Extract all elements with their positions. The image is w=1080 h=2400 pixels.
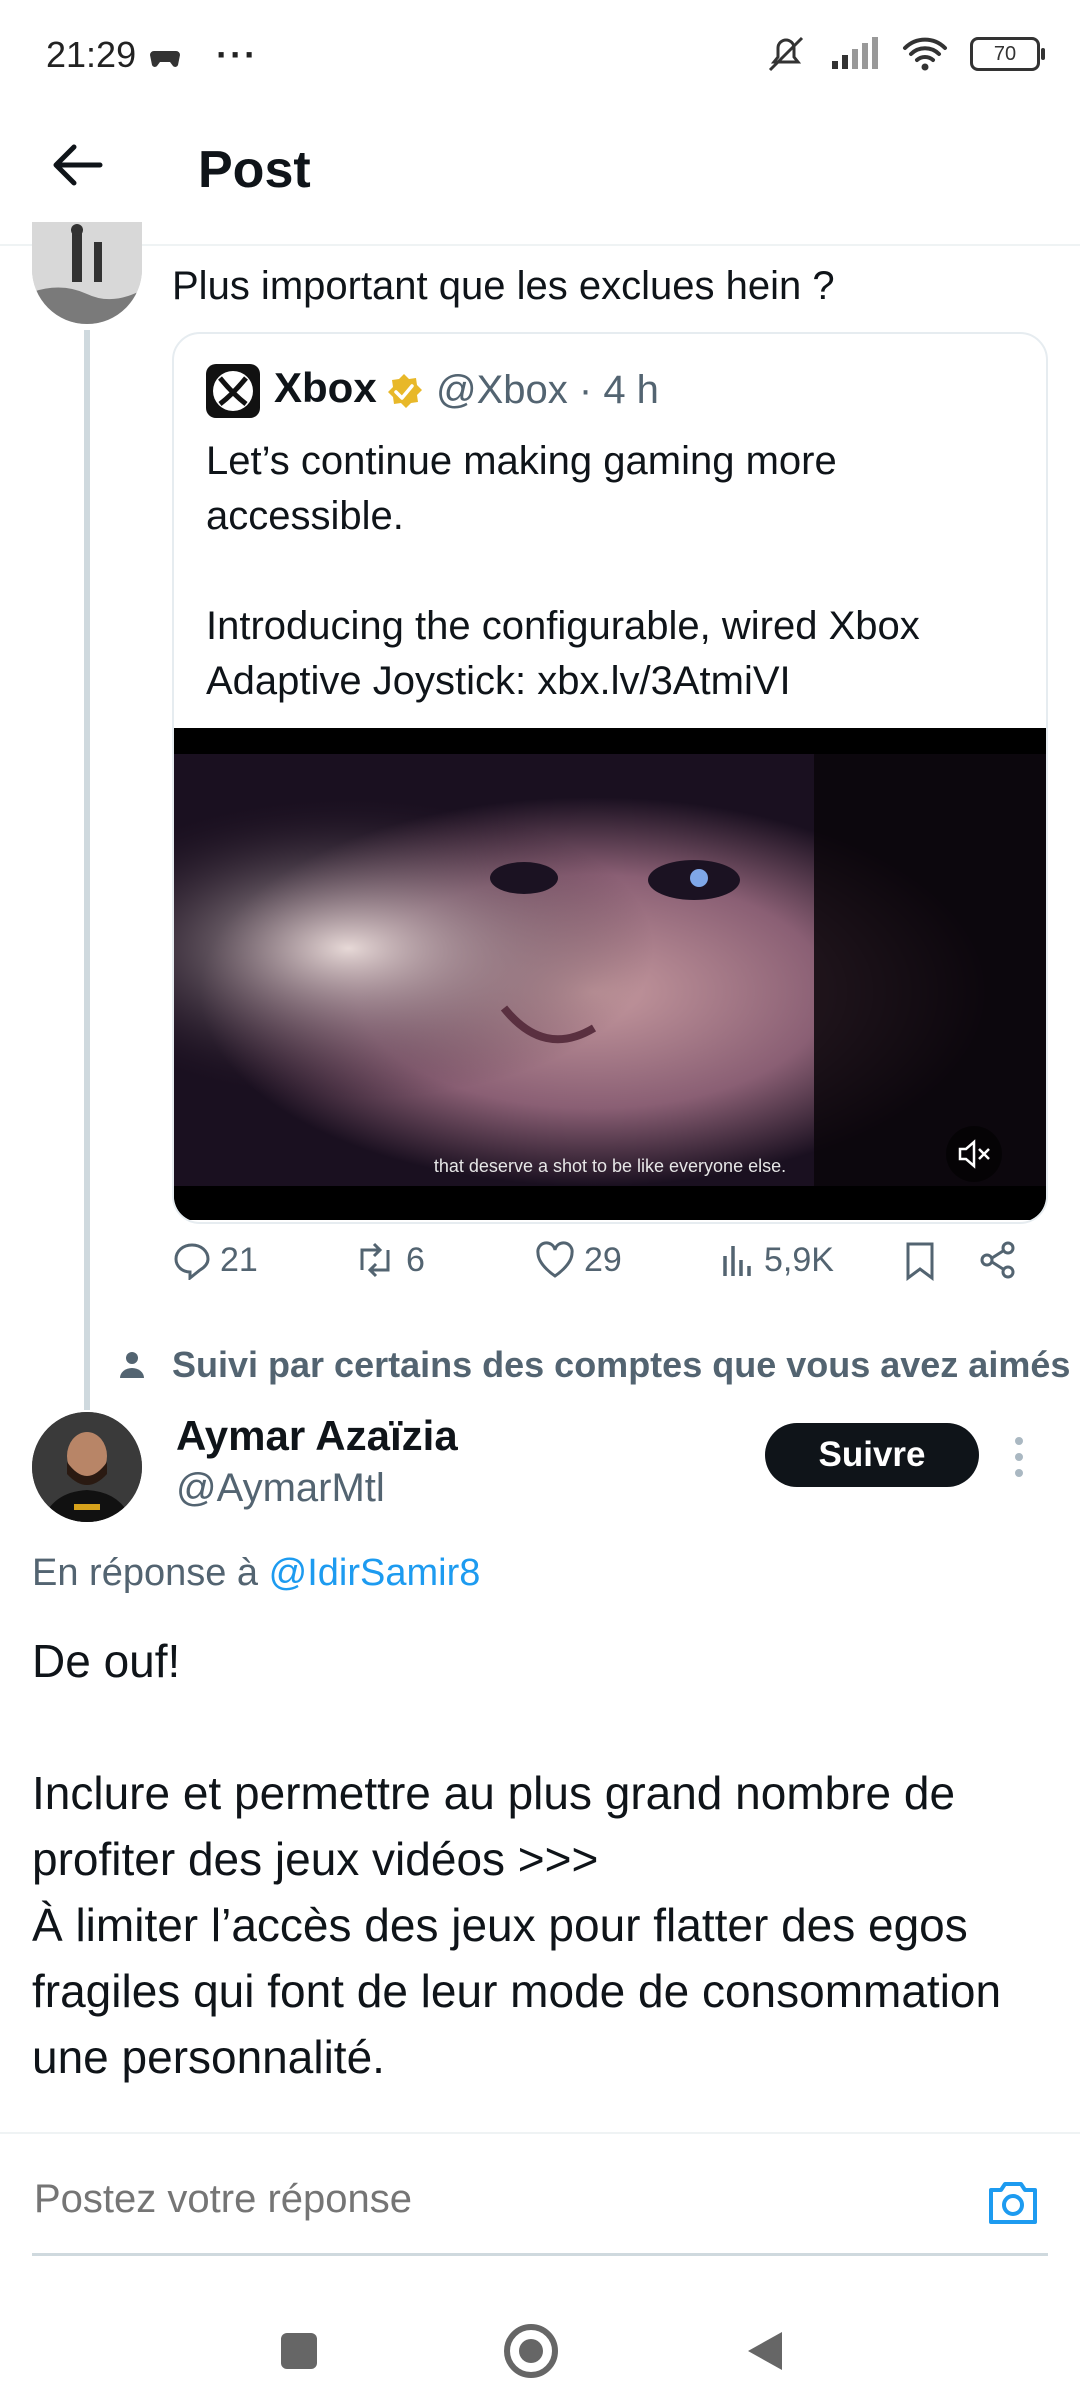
repost-count: 6 [406, 1240, 425, 1279]
views-chart-icon [723, 1246, 751, 1276]
status-time-text: 21:29 [46, 34, 137, 75]
share-icon [980, 1241, 1015, 1279]
battery-level: 70 [993, 43, 1017, 65]
video-frame [174, 728, 1046, 1220]
person-icon [120, 1352, 144, 1378]
post-actions: 21 6 29 5,9K [172, 1240, 1044, 1300]
status-time: 21:29 ··· [46, 34, 258, 76]
reply-count: 21 [220, 1240, 258, 1279]
post-text: Plus important que les exclues hein ? [172, 264, 835, 308]
system-nav-bar [0, 2290, 1080, 2400]
quoted-post[interactable]: Xbox @Xbox · 4 h Let’s continue making g… [172, 332, 1048, 1224]
like-count: 29 [584, 1240, 622, 1279]
reply-context: En réponse à @IdirSamir8 [32, 1552, 480, 1595]
composer-divider [0, 2132, 1080, 2134]
reply-mention-link[interactable]: @IdirSamir8 [269, 1552, 481, 1594]
views-action[interactable]: 5,9K [720, 1240, 834, 1280]
quoted-author-name: Xbox [274, 364, 377, 411]
home-icon[interactable] [502, 2322, 560, 2380]
share-action[interactable] [978, 1240, 1018, 1280]
video-player[interactable]: that deserve a shot to be like everyone … [174, 728, 1046, 1220]
author-name: Aymar Azaïzia [176, 1412, 458, 1459]
status-more: ··· [216, 34, 259, 75]
verified-badge-icon [388, 374, 422, 408]
mute-button[interactable] [946, 1126, 1002, 1182]
post-body: De ouf! Inclure et permettre au plus gra… [32, 1635, 1002, 2083]
quoted-text: Let’s continue making gaming more access… [206, 439, 920, 703]
reply-input[interactable] [32, 2176, 936, 2223]
wifi-icon [903, 37, 947, 71]
status-icons: 70 [764, 34, 1045, 74]
social-context-text: Suivi par certains des comptes que vous … [172, 1344, 1071, 1385]
header-divider [0, 244, 1080, 246]
more-options-icon[interactable] [1012, 1435, 1026, 1479]
like-action[interactable]: 29 [534, 1240, 622, 1280]
repost-action[interactable]: 6 [352, 1240, 425, 1280]
video-subtitle: that deserve a shot to be like everyone … [433, 1156, 787, 1176]
signal-icon [832, 37, 878, 69]
camera-icon[interactable] [985, 2174, 1041, 2230]
game-controller-icon [150, 51, 181, 68]
heart-icon [536, 1241, 574, 1278]
mute-bell-icon [768, 36, 804, 72]
battery-icon: 70 [970, 37, 1045, 71]
reply-prefix: En réponse à [32, 1552, 259, 1594]
bookmark-action[interactable] [902, 1240, 938, 1282]
avatar[interactable] [32, 222, 142, 324]
follow-button[interactable]: Suivre [765, 1423, 979, 1487]
xbox-logo-icon [206, 364, 260, 418]
social-context: Suivi par certains des comptes que vous … [118, 1344, 1070, 1386]
avatar[interactable] [32, 1412, 142, 1522]
input-underline [32, 2253, 1048, 2256]
thread-line [84, 330, 90, 1410]
back-nav-icon[interactable] [744, 2328, 786, 2374]
speaker-muted-icon [958, 1139, 990, 1169]
back-arrow-icon[interactable] [48, 135, 108, 195]
repost-icon [360, 1242, 390, 1278]
views-count: 5,9K [764, 1240, 834, 1279]
page-title: Post [198, 141, 311, 199]
reply-icon [174, 1243, 210, 1280]
quoted-handle-time: @Xbox · 4 h [436, 368, 659, 412]
reply-action[interactable]: 21 [172, 1240, 258, 1280]
recents-icon[interactable] [278, 2330, 320, 2372]
bookmark-icon [906, 1242, 934, 1281]
author-handle: @AymarMtl [176, 1466, 385, 1510]
app-header [0, 120, 1080, 245]
